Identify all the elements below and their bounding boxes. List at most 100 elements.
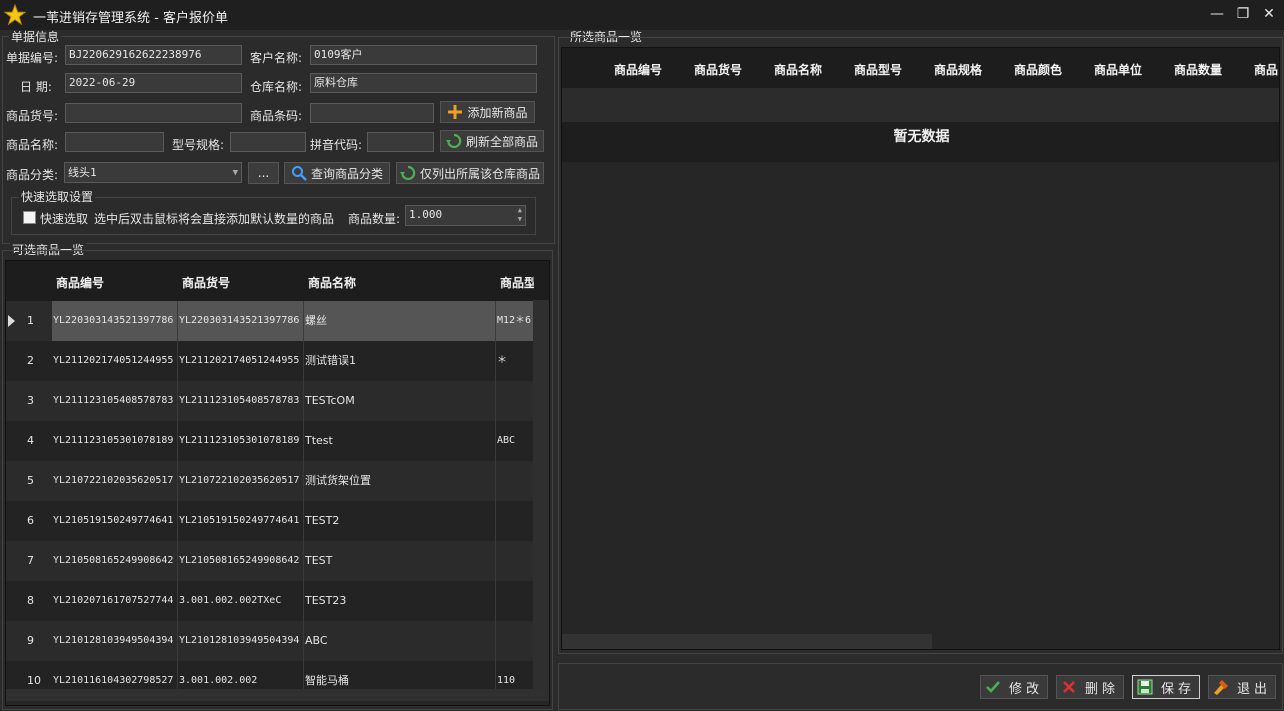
cell-name[interactable]: Ttest [304, 421, 496, 461]
sel-col-header-model[interactable]: 商品型号 [854, 61, 902, 78]
warehouse-field[interactable]: 原料仓库 [310, 73, 537, 93]
row-number: 4 [27, 434, 34, 447]
minimize-button[interactable]: — [1204, 4, 1230, 24]
cell-sku[interactable]: YL211202174051244955 [178, 341, 304, 381]
table-row[interactable]: 2 YL211202174051244955 YL21120217405124495… [6, 341, 534, 381]
table-row[interactable]: 6 YL210519150249774641 YL21051915024977464… [6, 501, 534, 541]
col-header-name[interactable]: 商品名称 [308, 274, 356, 291]
table-row[interactable]: 3 YL211123105408578783 YL21112310540857878… [6, 381, 534, 421]
save-button[interactable]: 保存 [1132, 675, 1200, 699]
grid-body: 1 YL220303143521397786 YL22030314352139778… [6, 301, 549, 701]
pinyin-input[interactable] [367, 132, 434, 152]
cell-code[interactable]: YL210519150249774641 [52, 501, 178, 541]
table-row[interactable]: 4 YL211123105301078189 YL21112310530107818… [6, 421, 534, 461]
sel-col-header-code[interactable]: 商品编号 [614, 61, 662, 78]
item-code-input[interactable] [65, 103, 242, 123]
cell-spec[interactable] [496, 501, 534, 541]
col-header-sku[interactable]: 商品货号 [182, 274, 230, 291]
cell-name[interactable]: TEST2 [304, 501, 496, 541]
cell-code[interactable]: YL210508165249908642 [52, 541, 178, 581]
ellipsis-button[interactable]: ... [248, 162, 279, 184]
cell-spec[interactable] [496, 461, 534, 501]
table-row[interactable]: 7 YL210508165249908642 YL21050816524990864… [6, 541, 534, 581]
quantity-label: 商品数量: [348, 212, 401, 226]
quantity-stepper[interactable]: 1.000 ▲ ▼ [405, 205, 526, 226]
cell-spec[interactable] [496, 621, 534, 661]
table-row[interactable]: 8 YL210207161707527744 3.001.002.002TXeC TE… [6, 581, 534, 621]
sel-col-header-color[interactable]: 商品颜色 [1014, 61, 1062, 78]
cell-sku[interactable]: YL220303143521397786 [178, 301, 304, 341]
query-category-button[interactable]: 查询商品分类 [284, 162, 390, 184]
model-input[interactable] [230, 132, 306, 152]
cell-spec[interactable]: ABC [496, 421, 534, 461]
cell-sku[interactable]: YL210519150249774641 [178, 501, 304, 541]
refresh-all-button[interactable]: 刷新全部商品 [440, 130, 544, 152]
col-header-code[interactable]: 商品编号 [56, 274, 104, 291]
date-field[interactable]: 2022-06-29 [65, 73, 242, 93]
empty-spacer-row [562, 88, 1279, 122]
cell-sku[interactable]: 3.001.002.002TXeC [178, 581, 304, 621]
table-row[interactable]: 5 YL210722102035620517 YL21072210203562051… [6, 461, 534, 501]
quick-select-checkbox[interactable] [23, 211, 36, 224]
customer-field[interactable]: 0109客户 [310, 45, 537, 65]
cell-code[interactable]: YL211202174051244955 [52, 341, 178, 381]
table-row[interactable]: 9 YL210128103949504394 YL21012810394950439… [6, 621, 534, 661]
item-name-input[interactable] [65, 132, 164, 152]
cell-name[interactable]: 螺丝 [304, 301, 496, 341]
close-button[interactable]: ✕ [1256, 4, 1282, 24]
sel-col-header-sku[interactable]: 商品货号 [694, 61, 742, 78]
add-new-item-button[interactable]: 添加新商品 [440, 101, 535, 123]
exit-button[interactable]: 退出 [1208, 675, 1276, 699]
doc-no-field[interactable]: BJ220629162622238976 [65, 45, 242, 65]
selected-items-grid[interactable]: 商品编号 商品货号 商品名称 商品型号 商品规格 商品颜色 商品单位 商品数量 … [561, 47, 1280, 650]
cell-spec[interactable] [496, 541, 534, 581]
warehouse-only-button[interactable]: 仅列出所属该仓库商品 [396, 162, 544, 184]
cell-sku[interactable]: YL211123105301078189 [178, 421, 304, 461]
category-select[interactable]: 线头1 ▼ [64, 162, 242, 183]
cell-spec[interactable] [496, 581, 534, 621]
available-items-grid[interactable]: 商品编号 商品货号 商品名称 商品型 1 YL220303143521397786… [5, 260, 550, 706]
delete-label: 删除 [1084, 681, 1119, 697]
cell-spec[interactable]: ＊ [496, 341, 534, 381]
horizontal-scrollbar[interactable] [6, 689, 549, 701]
cell-spec[interactable]: M12＊6 [496, 301, 534, 341]
cell-sku[interactable]: YL211123105408578783 [178, 381, 304, 421]
save-label: 保存 [1160, 681, 1195, 697]
cell-spec[interactable] [496, 381, 534, 421]
refresh-icon [445, 133, 462, 149]
stepper-arrows-icon[interactable]: ▲ ▼ [518, 206, 522, 224]
cell-name[interactable]: 测试错误1 [304, 341, 496, 381]
edit-button[interactable]: 修改 [980, 675, 1048, 699]
table-row[interactable]: 1 YL220303143521397786 YL22030314352139778… [6, 301, 534, 341]
sel-col-header-spec[interactable]: 商品规格 [934, 61, 982, 78]
vertical-scrollbar[interactable] [533, 300, 549, 690]
cell-name[interactable]: TEST23 [304, 581, 496, 621]
cell-code[interactable]: YL210128103949504394 [52, 621, 178, 661]
cell-name[interactable]: TESTcOM [304, 381, 496, 421]
barcode-label: 商品条码: [250, 109, 303, 123]
cell-name[interactable]: 测试货架位置 [304, 461, 496, 501]
category-value: 线头1 [68, 165, 97, 179]
cell-sku[interactable]: YL210508165249908642 [178, 541, 304, 581]
cell-sku[interactable]: YL210128103949504394 [178, 621, 304, 661]
cell-code[interactable]: YL210722102035620517 [52, 461, 178, 501]
sel-col-header-more[interactable]: 商品 [1254, 61, 1279, 78]
sel-col-header-name[interactable]: 商品名称 [774, 61, 822, 78]
col-header-spec[interactable]: 商品型 [500, 274, 534, 291]
sel-col-header-unit[interactable]: 商品单位 [1094, 61, 1142, 78]
cell-code[interactable]: YL211123105301078189 [52, 421, 178, 461]
sel-col-header-qty[interactable]: 商品数量 [1174, 61, 1222, 78]
x-icon [1063, 681, 1075, 693]
empty-data-message: 暂无数据 [562, 122, 1279, 162]
cell-code[interactable]: YL210207161707527744 [52, 581, 178, 621]
cell-name[interactable]: ABC [304, 621, 496, 661]
selected-horizontal-scrollbar[interactable] [562, 634, 932, 649]
delete-button[interactable]: 删除 [1056, 675, 1124, 699]
row-number: 6 [27, 514, 34, 527]
cell-sku[interactable]: YL210722102035620517 [178, 461, 304, 501]
cell-code[interactable]: YL211123105408578783 [52, 381, 178, 421]
maximize-button[interactable]: ❐ [1230, 4, 1256, 24]
cell-code[interactable]: YL220303143521397786 [52, 301, 178, 341]
barcode-input[interactable] [310, 103, 434, 123]
cell-name[interactable]: TEST [304, 541, 496, 581]
